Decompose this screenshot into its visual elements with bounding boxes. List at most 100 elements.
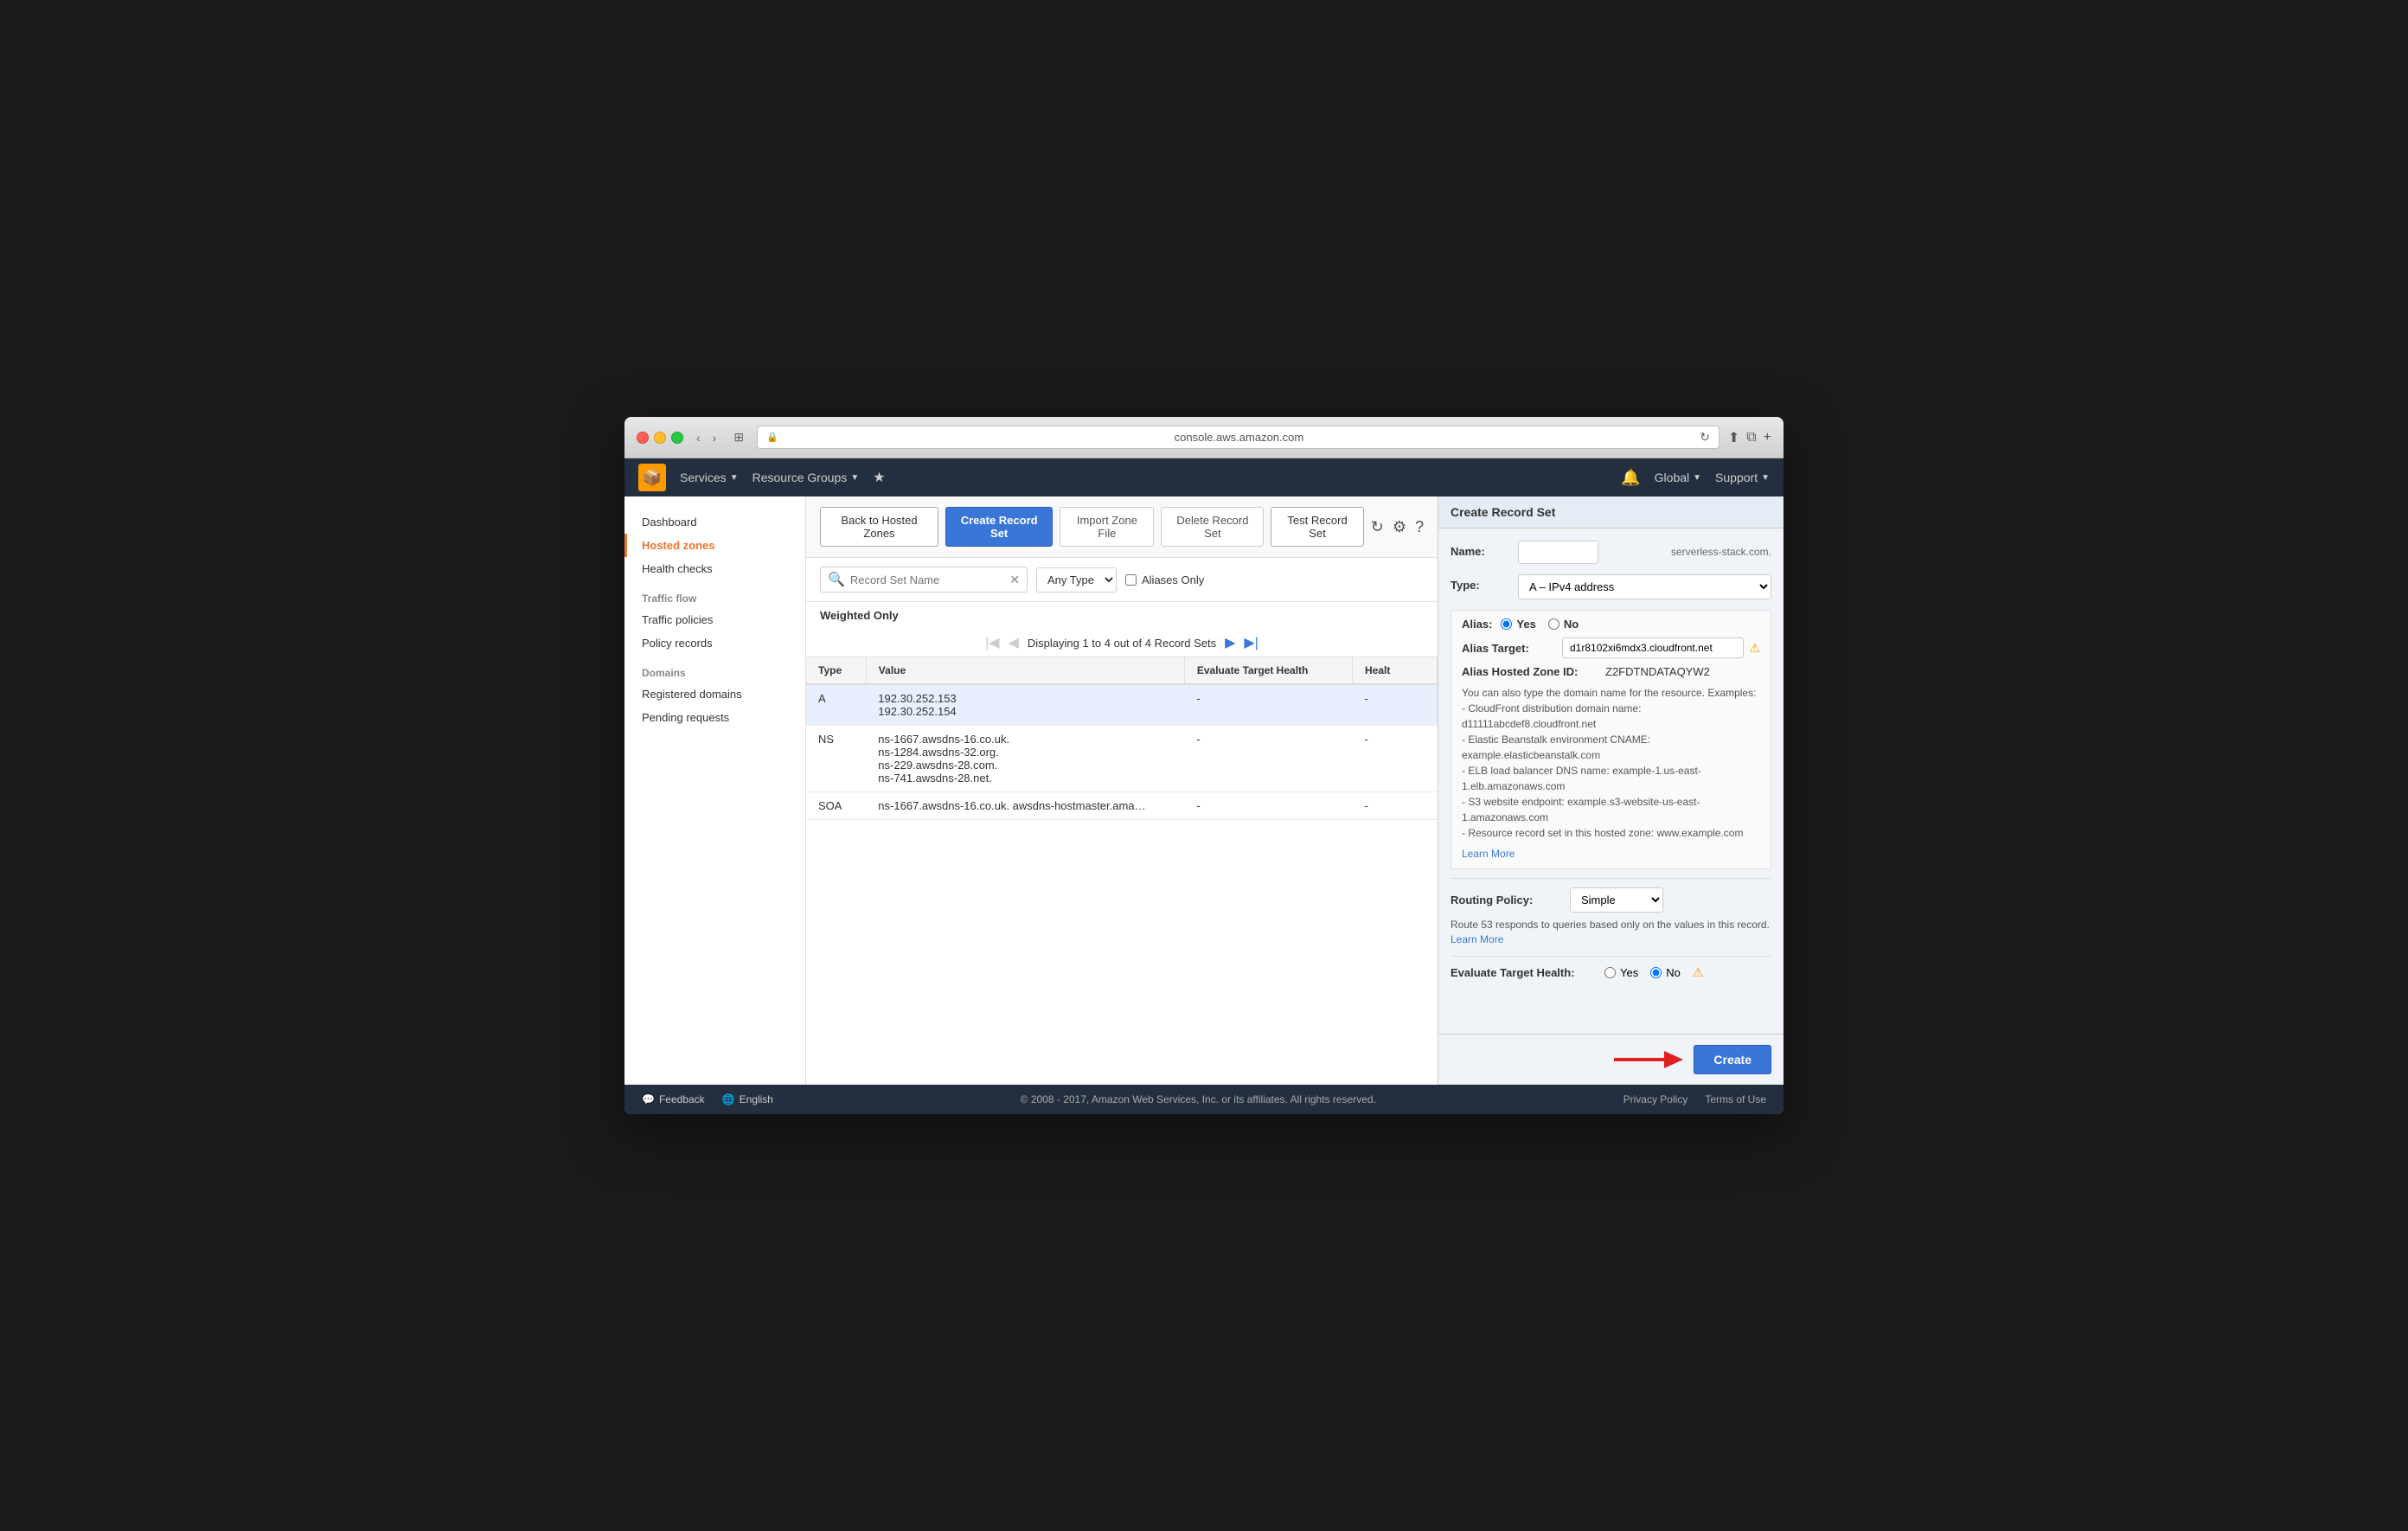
- resource-groups-label: Resource Groups: [752, 471, 848, 484]
- name-row: Name: serverless-stack.com.: [1451, 541, 1771, 564]
- aws-logo[interactable]: 📦: [638, 464, 666, 491]
- row-eval: -: [1184, 684, 1352, 726]
- type-filter-select[interactable]: Any Type A AAAA CNAME MX NS SOA: [1036, 567, 1117, 593]
- resource-groups-nav[interactable]: Resource Groups ▼: [752, 471, 860, 484]
- table-area: Weighted Only |◀ ◀ Displaying 1 to 4 out…: [806, 602, 1438, 1085]
- sidebar-item-policy-records[interactable]: Policy records: [624, 631, 805, 655]
- first-page-button[interactable]: |◀: [985, 634, 999, 651]
- pagination-bar: |◀ ◀ Displaying 1 to 4 out of 4 Record S…: [806, 629, 1438, 657]
- table-row[interactable]: A 192.30.252.153192.30.252.154 - -: [806, 684, 1438, 726]
- name-input[interactable]: [1518, 541, 1598, 564]
- sidebar-label-traffic-policies: Traffic policies: [642, 613, 713, 626]
- traffic-flow-section: Traffic flow: [624, 580, 805, 608]
- pagination-text: Displaying 1 to 4 out of 4 Record Sets: [1028, 637, 1216, 650]
- routing-info-text: Route 53 responds to queries based only …: [1451, 919, 1770, 931]
- url-text: console.aws.amazon.com: [784, 431, 1694, 444]
- add-tab-button[interactable]: +: [1764, 429, 1771, 446]
- col-value-header: Value: [866, 657, 1184, 684]
- sidebar-item-health-checks[interactable]: Health checks: [624, 557, 805, 580]
- import-zone-file-button[interactable]: Import Zone File: [1060, 507, 1154, 547]
- help-icon-button[interactable]: ?: [1415, 518, 1424, 536]
- alias-yes-option[interactable]: Yes: [1501, 618, 1535, 631]
- privacy-policy-link[interactable]: Privacy Policy: [1623, 1093, 1688, 1105]
- last-page-button[interactable]: ▶|: [1244, 634, 1258, 651]
- services-nav[interactable]: Services ▼: [680, 471, 739, 484]
- eval-label: Evaluate Target Health:: [1451, 966, 1598, 979]
- reading-view-button[interactable]: ⊞: [729, 428, 748, 446]
- notifications-icon[interactable]: 🔔: [1621, 469, 1640, 487]
- close-button[interactable]: [637, 432, 649, 444]
- row-type: A: [806, 684, 866, 726]
- sidebar-label-pending-requests: Pending requests: [642, 711, 729, 724]
- alias-no-radio[interactable]: [1548, 618, 1559, 630]
- nav-buttons: ‹ ›: [692, 429, 720, 446]
- alias-yes-radio[interactable]: [1501, 618, 1512, 630]
- eval-no-label: No: [1666, 966, 1681, 979]
- alias-yes-label: Yes: [1516, 618, 1535, 631]
- alias-target-input[interactable]: [1562, 637, 1744, 658]
- share-button[interactable]: ⬆: [1728, 429, 1739, 446]
- alias-zone-row: Alias Hosted Zone ID: Z2FDTNDATAQYW2: [1462, 665, 1760, 678]
- back-nav-button[interactable]: ‹: [692, 429, 705, 446]
- create-button[interactable]: Create: [1694, 1045, 1771, 1074]
- type-select[interactable]: A – IPv4 address AAAA – IPv6 address CNA…: [1518, 574, 1771, 599]
- toolbar-right: ↻ ⚙ ?: [1371, 518, 1424, 536]
- alias-zone-value: Z2FDTNDATAQYW2: [1605, 665, 1710, 678]
- refresh-icon-button[interactable]: ↻: [1371, 518, 1384, 536]
- new-tab-button[interactable]: ⧉: [1746, 429, 1756, 446]
- sidebar-label-hosted-zones: Hosted zones: [642, 539, 715, 552]
- table-row[interactable]: NS ns-1667.awsdns-16.co.uk.ns-1284.awsdn…: [806, 726, 1438, 792]
- sidebar-label-registered-domains: Registered domains: [642, 688, 742, 701]
- eval-yes-radio[interactable]: [1604, 967, 1616, 978]
- alias-target-warning-icon: ⚠: [1749, 641, 1760, 656]
- table-row[interactable]: SOA ns-1667.awsdns-16.co.uk. awsdns-host…: [806, 792, 1438, 820]
- address-bar[interactable]: 🔒 console.aws.amazon.com ↻: [757, 426, 1720, 449]
- language-selector[interactable]: 🌐 English: [722, 1093, 773, 1105]
- settings-icon-button[interactable]: ⚙: [1393, 518, 1406, 536]
- search-input[interactable]: [850, 573, 1004, 586]
- feedback-button[interactable]: 💬 Feedback: [642, 1093, 705, 1105]
- aliases-only-checkbox[interactable]: [1125, 574, 1137, 586]
- refresh-button[interactable]: ↻: [1700, 430, 1710, 445]
- alias-no-option[interactable]: No: [1548, 618, 1579, 631]
- delete-record-set-button[interactable]: Delete Record Set: [1161, 507, 1264, 547]
- aliases-only-label[interactable]: Aliases Only: [1142, 573, 1204, 586]
- main-content: Dashboard Hosted zones Health checks Tra…: [624, 496, 1784, 1085]
- back-to-hosted-zones-button[interactable]: Back to Hosted Zones: [820, 507, 938, 547]
- name-input-wrap: [1518, 541, 1664, 564]
- forward-nav-button[interactable]: ›: [708, 429, 721, 446]
- sidebar-item-hosted-zones[interactable]: Hosted zones: [624, 534, 805, 557]
- sidebar-item-pending-requests[interactable]: Pending requests: [624, 706, 805, 729]
- eval-no-option[interactable]: No: [1650, 966, 1681, 979]
- divider-1: [1451, 878, 1771, 879]
- fullscreen-button[interactable]: [671, 432, 683, 444]
- bookmarks-icon[interactable]: ★: [873, 469, 885, 486]
- sidebar-item-traffic-policies[interactable]: Traffic policies: [624, 608, 805, 631]
- eval-yes-option[interactable]: Yes: [1604, 966, 1638, 979]
- sidebar-label-health-checks: Health checks: [642, 562, 713, 575]
- copyright-text: © 2008 - 2017, Amazon Web Services, Inc.…: [1021, 1093, 1376, 1105]
- minimize-button[interactable]: [654, 432, 666, 444]
- search-clear-icon[interactable]: ✕: [1009, 573, 1020, 587]
- alias-zone-label: Alias Hosted Zone ID:: [1462, 665, 1600, 678]
- sidebar-item-dashboard[interactable]: Dashboard: [624, 510, 805, 534]
- footer: 💬 Feedback 🌐 English © 2008 - 2017, Amaz…: [624, 1085, 1784, 1114]
- test-record-set-button[interactable]: Test Record Set: [1271, 507, 1363, 547]
- global-nav[interactable]: Global ▼: [1655, 471, 1701, 484]
- eval-no-radio[interactable]: [1650, 967, 1662, 978]
- divider-2: [1451, 956, 1771, 957]
- terms-of-use-link[interactable]: Terms of Use: [1705, 1093, 1766, 1105]
- next-page-button[interactable]: ▶: [1225, 634, 1235, 651]
- prev-page-button[interactable]: ◀: [1009, 634, 1019, 651]
- routing-learn-more-link[interactable]: Learn More: [1451, 933, 1503, 945]
- browser-actions: ⬆ ⧉ +: [1728, 429, 1771, 446]
- support-nav[interactable]: Support ▼: [1715, 471, 1770, 484]
- alias-learn-more-link[interactable]: Learn More: [1462, 848, 1515, 860]
- search-icon: 🔍: [828, 571, 845, 588]
- create-record-set-button[interactable]: Create Record Set: [945, 507, 1053, 547]
- name-suffix: serverless-stack.com.: [1671, 541, 1771, 558]
- sidebar-item-registered-domains[interactable]: Registered domains: [624, 682, 805, 706]
- eval-yes-label: Yes: [1620, 966, 1638, 979]
- routing-policy-select[interactable]: Simple Weighted Latency Failover Geoloca…: [1570, 887, 1663, 913]
- aws-logo-icon: 📦: [643, 469, 662, 487]
